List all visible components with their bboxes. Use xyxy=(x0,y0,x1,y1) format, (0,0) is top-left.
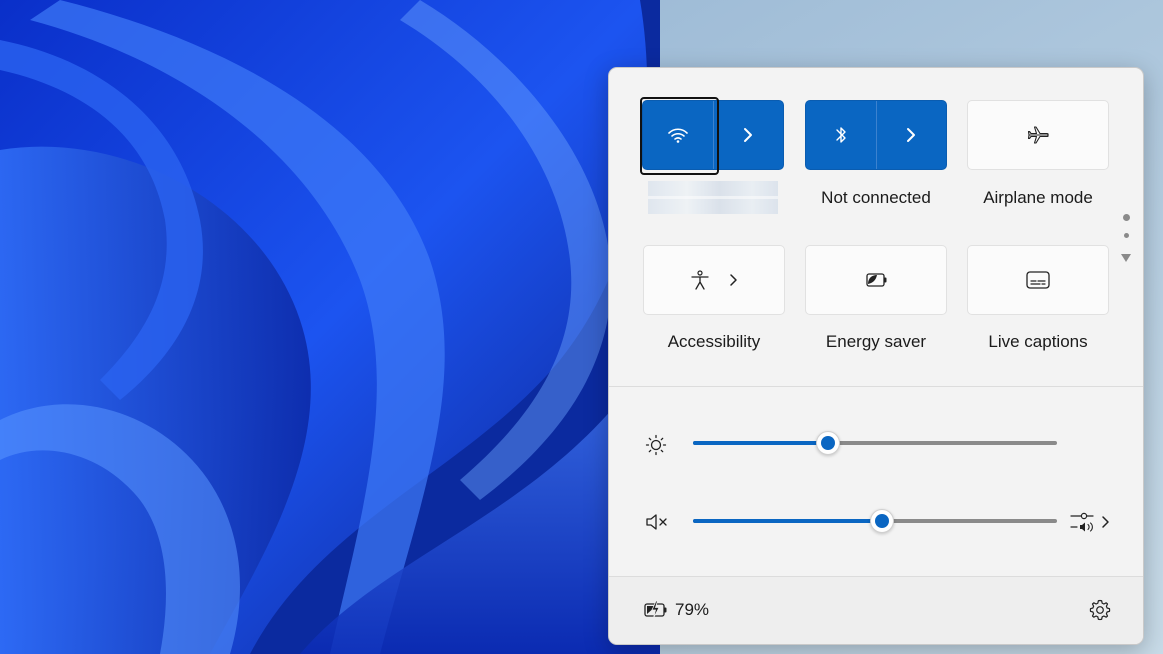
bluetooth-expand-button[interactable] xyxy=(877,101,947,169)
quick-settings-panel: Not connected Airplane mode Accessibilit… xyxy=(608,67,1144,645)
airplane-icon xyxy=(1027,126,1049,144)
bluetooth-tile-label: Not connected xyxy=(821,188,931,207)
energy-saver-icon xyxy=(866,273,887,287)
volume-slider-thumb[interactable] xyxy=(870,509,895,533)
airplane-mode-label: Airplane mode xyxy=(983,188,1093,207)
brightness-icon xyxy=(645,434,667,456)
chevron-right-icon xyxy=(907,128,916,142)
wifi-tile[interactable] xyxy=(642,100,784,170)
brightness-slider-thumb[interactable] xyxy=(815,431,840,455)
live-captions-tile[interactable] xyxy=(967,245,1109,315)
audio-output-selector[interactable] xyxy=(1069,510,1110,534)
gear-icon[interactable] xyxy=(1088,598,1112,622)
bluetooth-tile[interactable] xyxy=(805,100,947,170)
brightness-slider-fill xyxy=(693,441,828,445)
energy-saver-label: Energy saver xyxy=(825,332,927,351)
battery-percentage[interactable]: 79% xyxy=(675,600,709,620)
wifi-network-name-redacted xyxy=(648,181,778,214)
captions-icon xyxy=(1026,271,1050,289)
audio-mixer-icon xyxy=(1070,512,1094,532)
pager-down-arrow-icon[interactable] xyxy=(1120,253,1132,263)
accessibility-label: Accessibility xyxy=(667,332,761,351)
volume-slider[interactable] xyxy=(693,509,1057,533)
wifi-icon xyxy=(667,128,688,143)
chevron-right-icon xyxy=(744,128,753,142)
brightness-slider[interactable] xyxy=(693,431,1057,455)
bluetooth-icon xyxy=(836,127,846,143)
live-captions-label: Live captions xyxy=(988,332,1088,351)
wifi-expand-button[interactable] xyxy=(714,101,784,169)
accessibility-icon xyxy=(691,270,709,290)
battery-charging-icon[interactable] xyxy=(643,599,669,621)
airplane-mode-tile[interactable] xyxy=(967,100,1109,170)
energy-saver-tile[interactable] xyxy=(805,245,947,315)
pager-dot-page-2[interactable] xyxy=(1124,233,1129,238)
footer-divider xyxy=(609,576,1143,577)
volume-muted-icon[interactable] xyxy=(644,512,670,532)
section-divider xyxy=(609,386,1143,387)
chevron-right-icon xyxy=(730,274,737,286)
bluetooth-toggle-button[interactable] xyxy=(806,101,877,169)
volume-slider-fill xyxy=(693,519,883,523)
chevron-right-icon xyxy=(1102,516,1109,528)
pager-dot-page-1[interactable] xyxy=(1123,214,1130,221)
accessibility-tile[interactable] xyxy=(643,245,785,315)
wifi-toggle-button[interactable] xyxy=(643,101,714,169)
quick-settings-footer: 79% xyxy=(609,576,1143,644)
